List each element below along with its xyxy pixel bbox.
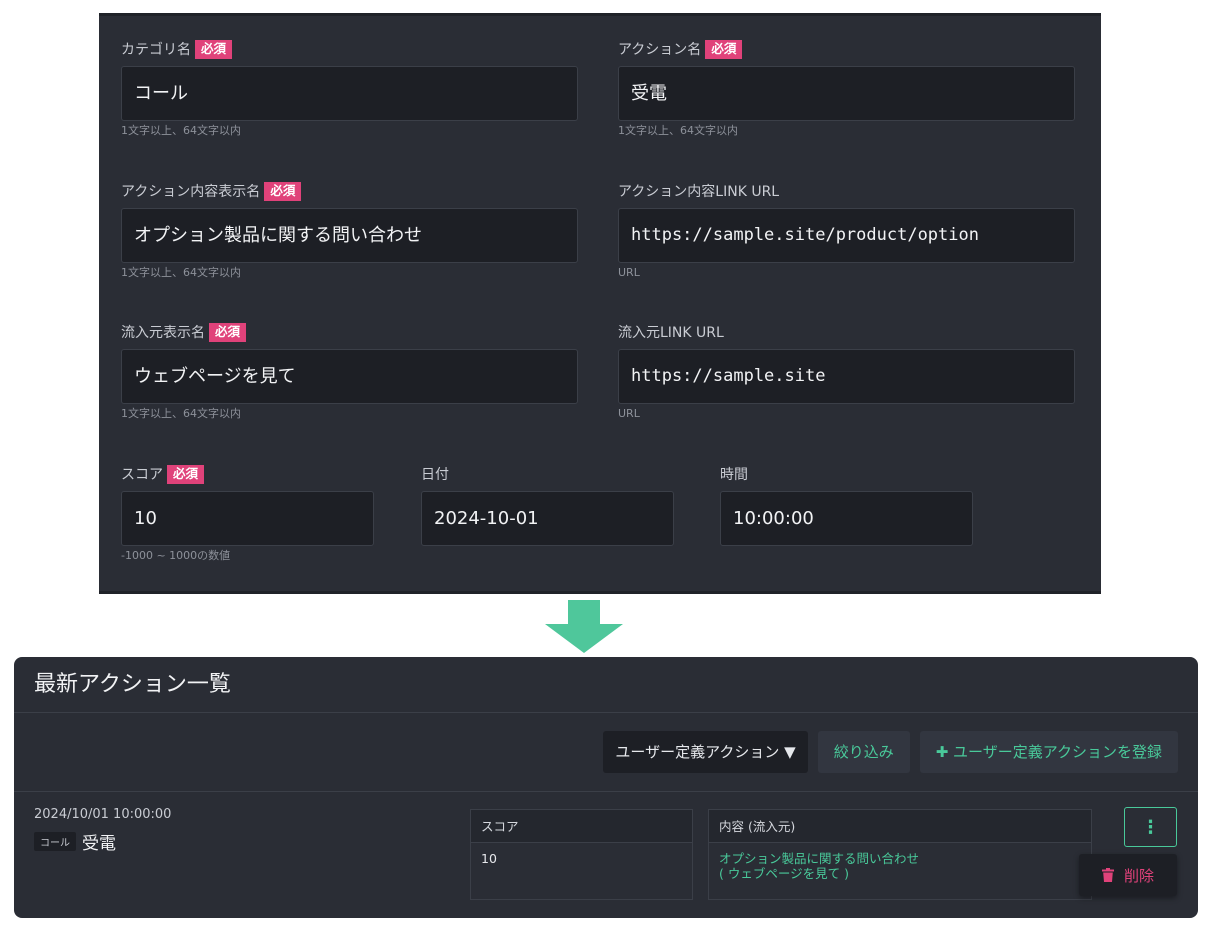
- action-name: 受電: [82, 834, 116, 854]
- action-field: アクション名 必須 受電 1文字以上、64文字以内: [618, 40, 1075, 138]
- action-type-dropdown[interactable]: ユーザー定義アクション ▼: [603, 731, 808, 773]
- category-hint: 1文字以上、64文字以内: [121, 124, 241, 137]
- required-badge: 必須: [264, 182, 302, 201]
- date-field: 日付 2024-10-01: [421, 465, 674, 546]
- required-badge: 必須: [705, 40, 743, 59]
- action-hint: 1文字以上、64文字以内: [618, 124, 738, 137]
- score-label: スコア 必須: [121, 465, 374, 485]
- source-url-field: 流入元LINK URL https://sample.site URL: [618, 323, 1075, 421]
- content-name-hint: 1文字以上、64文字以内: [121, 266, 241, 279]
- score-value: 10: [481, 851, 497, 866]
- content-url-hint: URL: [618, 266, 640, 279]
- source-name-hint: 1文字以上、64文字以内: [121, 407, 241, 420]
- page-title: 最新アクション一覧: [14, 657, 1198, 713]
- source-url-label: 流入元LINK URL: [618, 325, 724, 341]
- list-toolbar: ユーザー定義アクション ▼ 絞り込み ✚ ユーザー定義アクションを登録: [603, 731, 1178, 773]
- source-name-label: 流入元表示名 必須: [121, 323, 578, 343]
- trash-icon: [1101, 868, 1114, 882]
- required-badge: 必須: [195, 40, 233, 59]
- score-hint: -1000 ~ 1000の数値: [121, 549, 231, 562]
- arrow-down-icon: [545, 600, 623, 653]
- content-url-input[interactable]: https://sample.site/product/option: [618, 208, 1075, 263]
- divider: [14, 791, 1198, 792]
- filter-button[interactable]: 絞り込み: [817, 731, 910, 773]
- content-link[interactable]: オプション製品に関する問い合わせ: [719, 851, 1081, 866]
- date-label: 日付: [421, 467, 449, 483]
- source-name-input[interactable]: ウェブページを見て: [121, 349, 578, 404]
- score-input[interactable]: 10: [121, 491, 374, 546]
- category-label: カテゴリ名 必須: [121, 40, 578, 60]
- action-category: コール 受電: [34, 829, 116, 854]
- content-value: オプション製品に関する問い合わせ ( ウェブページを見て ): [709, 843, 1091, 889]
- category-input[interactable]: コール: [121, 66, 578, 121]
- action-input[interactable]: 受電: [618, 66, 1075, 121]
- latest-actions-panel: 最新アクション一覧 ユーザー定義アクション ▼ 絞り込み ✚ ユーザー定義アクシ…: [14, 657, 1198, 918]
- content-url-field: アクション内容LINK URL https://sample.site/prod…: [618, 182, 1075, 280]
- category-field: カテゴリ名 必須 コール 1文字以上、64文字以内: [121, 40, 578, 138]
- time-label: 時間: [720, 467, 748, 483]
- score-header: スコア: [471, 810, 692, 843]
- register-action-button[interactable]: ✚ ユーザー定義アクションを登録: [919, 731, 1178, 773]
- action-form-panel: カテゴリ名 必須 コール 1文字以上、64文字以内 アクション名 必須 受電 1文字…: [99, 13, 1101, 594]
- action-datetime: 2024/10/01 10:00:00: [34, 807, 172, 822]
- content-header: 内容 (流入元): [709, 810, 1091, 843]
- source-name-field: 流入元表示名 必須 ウェブページを見て 1文字以上、64文字以内: [121, 323, 578, 421]
- source-url-hint: URL: [618, 407, 640, 420]
- more-options-button[interactable]: ⋮: [1124, 807, 1177, 847]
- delete-label: 削除: [1123, 866, 1154, 885]
- date-input[interactable]: 2024-10-01: [421, 491, 674, 546]
- source-url-input[interactable]: https://sample.site: [618, 349, 1075, 404]
- source-link[interactable]: ( ウェブページを見て ): [719, 866, 1081, 881]
- content-cell: 内容 (流入元) オプション製品に関する問い合わせ ( ウェブページを見て ): [708, 809, 1092, 900]
- category-tag: コール: [34, 832, 76, 851]
- content-name-input[interactable]: オプション製品に関する問い合わせ: [121, 208, 578, 263]
- required-badge: 必須: [167, 465, 205, 484]
- delete-menu-item[interactable]: 削除: [1079, 854, 1177, 896]
- content-name-field: アクション内容表示名 必須 オプション製品に関する問い合わせ 1文字以上、64文字…: [121, 182, 578, 280]
- time-field: 時間 10:00:00: [720, 465, 973, 546]
- time-input[interactable]: 10:00:00: [720, 491, 973, 546]
- score-cell: スコア 10: [470, 809, 693, 900]
- required-badge: 必須: [209, 323, 247, 342]
- content-name-label: アクション内容表示名 必須: [121, 182, 578, 202]
- content-url-label: アクション内容LINK URL: [618, 184, 780, 200]
- score-field: スコア 必須 10 -1000 ~ 1000の数値: [121, 465, 374, 563]
- action-label: アクション名 必須: [618, 40, 1075, 60]
